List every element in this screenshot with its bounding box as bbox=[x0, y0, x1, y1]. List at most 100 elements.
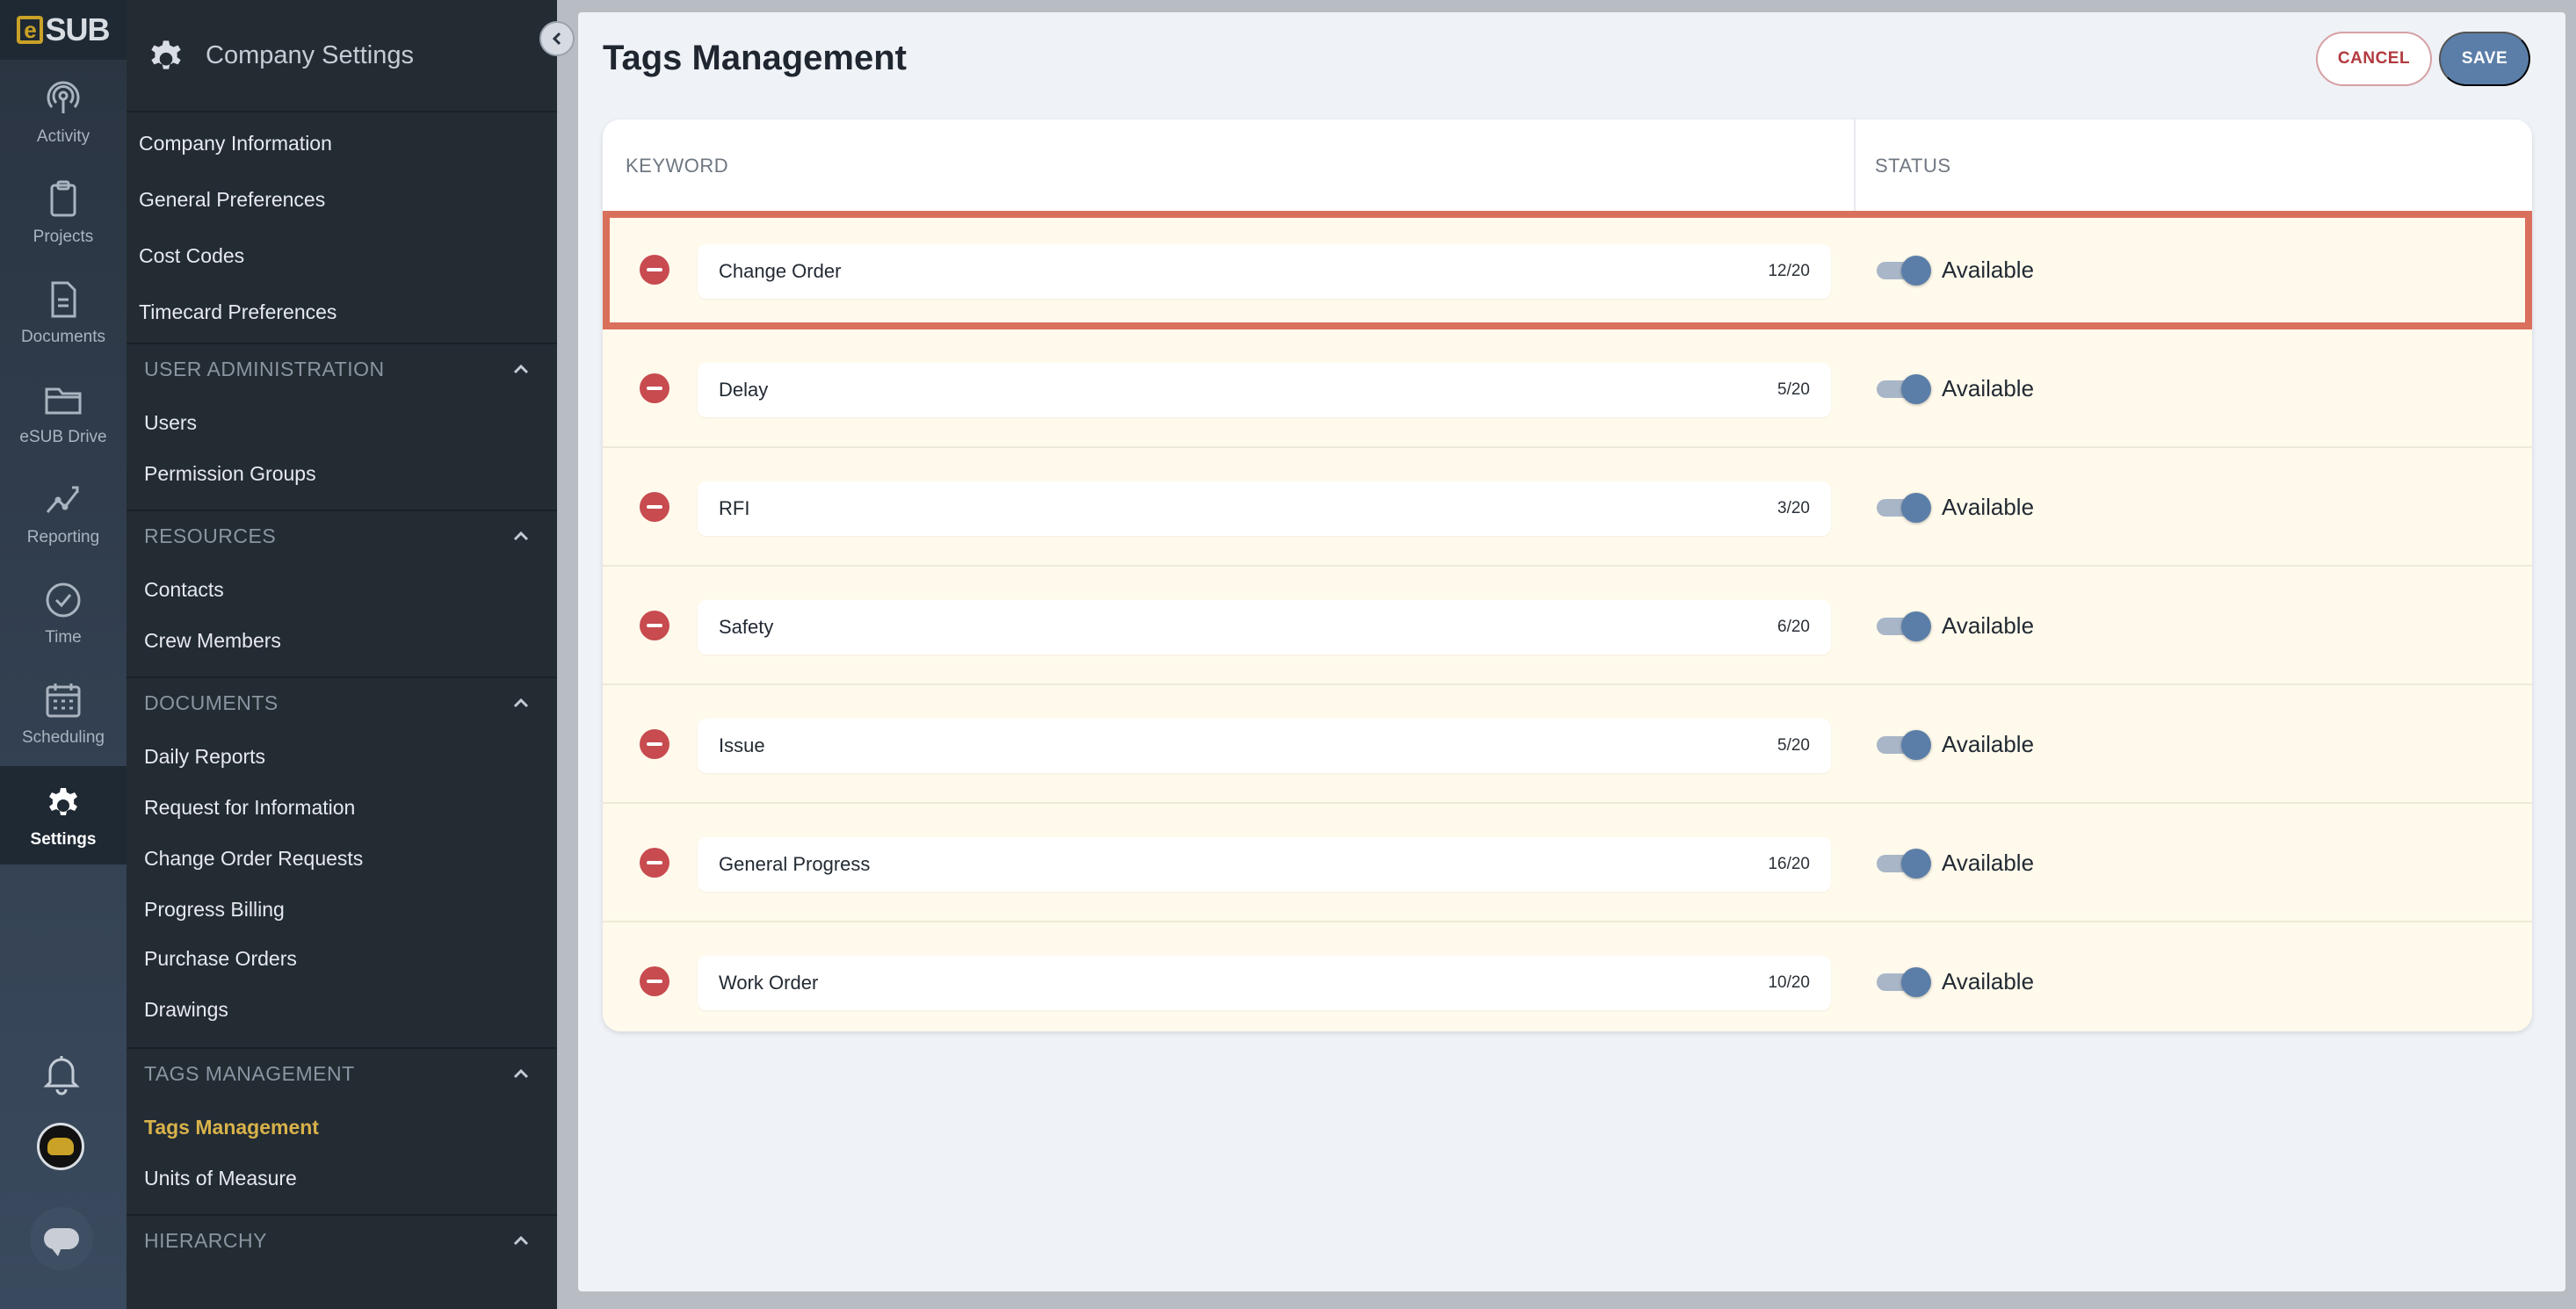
esub-logo[interactable]: e SUB bbox=[0, 0, 127, 60]
section-label: USER ADMINISTRATION bbox=[144, 357, 385, 380]
remove-icon[interactable] bbox=[640, 611, 669, 640]
sidebar-item-progress-billing[interactable]: Progress Billing bbox=[144, 898, 285, 922]
section-hierarchy[interactable]: HIERARCHY bbox=[127, 1214, 557, 1265]
toggle-knob bbox=[1901, 256, 1931, 286]
logo-text: SUB bbox=[45, 11, 110, 47]
keyword-input[interactable]: General Progress 16/20 bbox=[698, 837, 1831, 892]
sidebar-title: Company Settings bbox=[206, 40, 414, 69]
table-row: Safety 6/20 Available bbox=[603, 567, 2532, 685]
toggle-knob bbox=[1901, 374, 1931, 404]
character-count: 6/20 bbox=[1777, 618, 1810, 636]
sidebar-item-crew-members[interactable]: Crew Members bbox=[144, 629, 281, 653]
keyword-value: General Progress bbox=[719, 853, 871, 875]
user-avatar[interactable] bbox=[37, 1123, 84, 1170]
rail-item-scheduling[interactable]: Scheduling bbox=[0, 664, 127, 763]
remove-icon[interactable] bbox=[640, 729, 669, 759]
section-tags-management[interactable]: TAGS MANAGEMENT bbox=[127, 1047, 557, 1098]
sidebar-item-timecard-preferences[interactable]: Timecard Preferences bbox=[139, 300, 336, 324]
character-count: 3/20 bbox=[1777, 499, 1810, 517]
rail-item-reporting[interactable]: Reporting bbox=[0, 464, 127, 562]
rail-label: Projects bbox=[33, 228, 94, 246]
toggle-knob bbox=[1901, 493, 1931, 523]
rail-item-documents[interactable]: Documents bbox=[0, 264, 127, 362]
cancel-button[interactable]: CANCEL bbox=[2316, 32, 2432, 86]
keyword-input[interactable]: Work Order 10/20 bbox=[698, 956, 1831, 1010]
status-label: Available bbox=[1942, 731, 2035, 757]
tags-table: KEYWORD STATUS Change Order 12/20 Availabl… bbox=[603, 119, 2532, 1031]
gear-icon bbox=[49, 788, 77, 815]
sidebar-item-change-order-requests[interactable]: Change Order Requests bbox=[144, 847, 363, 871]
sidebar-item-permission-groups[interactable]: Permission Groups bbox=[144, 462, 316, 486]
sidebar-item-contacts[interactable]: Contacts bbox=[144, 578, 224, 602]
keyword-input[interactable]: Delay 5/20 bbox=[698, 363, 1831, 417]
table-row: Issue 5/20 Available bbox=[603, 685, 2532, 804]
sidebar-item-units-of-measure[interactable]: Units of Measure bbox=[144, 1167, 297, 1190]
sidebar-item-purchase-orders[interactable]: Purchase Orders bbox=[144, 947, 297, 971]
sidebar-item-daily-reports[interactable]: Daily Reports bbox=[144, 745, 265, 769]
section-label: TAGS MANAGEMENT bbox=[144, 1061, 355, 1085]
collapse-sidebar-button[interactable] bbox=[539, 21, 575, 56]
sidebar-item-company-information[interactable]: Company Information bbox=[139, 132, 332, 155]
keyword-input[interactable]: Issue 5/20 bbox=[698, 719, 1831, 773]
keyword-input[interactable]: Change Order 12/20 bbox=[698, 244, 1831, 299]
main-panel: Tags Management CANCEL SAVE KEYWORD STAT… bbox=[578, 12, 2565, 1291]
sidebar-item-users[interactable]: Users bbox=[144, 411, 197, 435]
rail-label: Settings bbox=[30, 830, 97, 849]
keyword-input[interactable]: RFI 3/20 bbox=[698, 481, 1831, 536]
chevron-up-icon bbox=[513, 1235, 529, 1246]
rail-label: Time bbox=[45, 628, 82, 647]
character-count: 5/20 bbox=[1777, 380, 1810, 399]
chat-button[interactable] bbox=[30, 1207, 93, 1270]
sidebar-item-cost-codes[interactable]: Cost Codes bbox=[139, 244, 244, 268]
section-label: RESOURCES bbox=[144, 524, 277, 547]
keyword-input[interactable]: Safety 6/20 bbox=[698, 600, 1831, 654]
chevron-left-icon bbox=[552, 32, 561, 46]
remove-icon[interactable] bbox=[640, 848, 669, 878]
status-toggle[interactable] bbox=[1875, 374, 1931, 404]
chevron-up-icon bbox=[513, 698, 529, 708]
status-toggle[interactable] bbox=[1875, 493, 1931, 523]
sidebar-item-drawings[interactable]: Drawings bbox=[144, 998, 228, 1022]
rail-label: Reporting bbox=[26, 528, 100, 546]
rail-item-esub-drive[interactable]: eSUB Drive bbox=[0, 364, 127, 462]
sidebar-item-general-preferences[interactable]: General Preferences bbox=[139, 188, 325, 212]
remove-icon[interactable] bbox=[640, 373, 669, 403]
sidebar-header: Company Settings bbox=[127, 0, 557, 112]
sidebar-item-tags-management[interactable]: Tags Management bbox=[144, 1116, 319, 1139]
section-documents[interactable]: DOCUMENTS bbox=[127, 676, 557, 727]
remove-icon[interactable] bbox=[640, 255, 669, 285]
sidebar-item-request-for-information[interactable]: Request for Information bbox=[144, 796, 355, 820]
logo-mark: e bbox=[17, 16, 44, 44]
save-button[interactable]: SAVE bbox=[2439, 32, 2530, 86]
chevron-up-icon bbox=[513, 364, 529, 374]
page-title: Tags Management bbox=[603, 39, 907, 77]
status-label: Available bbox=[1942, 850, 2035, 876]
rail-item-settings[interactable]: Settings bbox=[0, 766, 127, 864]
clock-icon bbox=[46, 582, 81, 618]
rail-label: Scheduling bbox=[21, 728, 105, 747]
section-resources[interactable]: RESOURCES bbox=[127, 510, 557, 560]
character-count: 16/20 bbox=[1768, 855, 1810, 873]
status-toggle[interactable] bbox=[1875, 849, 1931, 879]
remove-icon[interactable] bbox=[640, 492, 669, 522]
rail-item-time[interactable]: Time bbox=[0, 564, 127, 662]
section-user-administration[interactable]: USER ADMINISTRATION bbox=[127, 343, 557, 394]
remove-icon[interactable] bbox=[640, 966, 669, 996]
rail-label: eSUB Drive bbox=[19, 428, 107, 446]
character-count: 10/20 bbox=[1768, 973, 1810, 992]
status-toggle[interactable] bbox=[1875, 611, 1931, 641]
status-toggle[interactable] bbox=[1875, 730, 1931, 760]
status-toggle[interactable] bbox=[1875, 256, 1931, 286]
table-header: KEYWORD STATUS bbox=[603, 119, 2532, 211]
keyword-value: Issue bbox=[719, 734, 765, 756]
status-toggle[interactable] bbox=[1875, 967, 1931, 997]
table-row: Delay 5/20 Available bbox=[603, 329, 2532, 448]
settings-sidebar: Company Settings Company Information Gen… bbox=[127, 0, 557, 1309]
table-row: General Progress 16/20 Available bbox=[603, 804, 2532, 922]
status-label: Available bbox=[1942, 257, 2035, 283]
toggle-knob bbox=[1901, 849, 1931, 879]
rail-item-activity[interactable]: Activity bbox=[0, 63, 127, 162]
rail-item-projects[interactable]: Projects bbox=[0, 163, 127, 262]
chat-icon bbox=[44, 1228, 79, 1256]
bell-icon[interactable] bbox=[39, 1051, 84, 1096]
